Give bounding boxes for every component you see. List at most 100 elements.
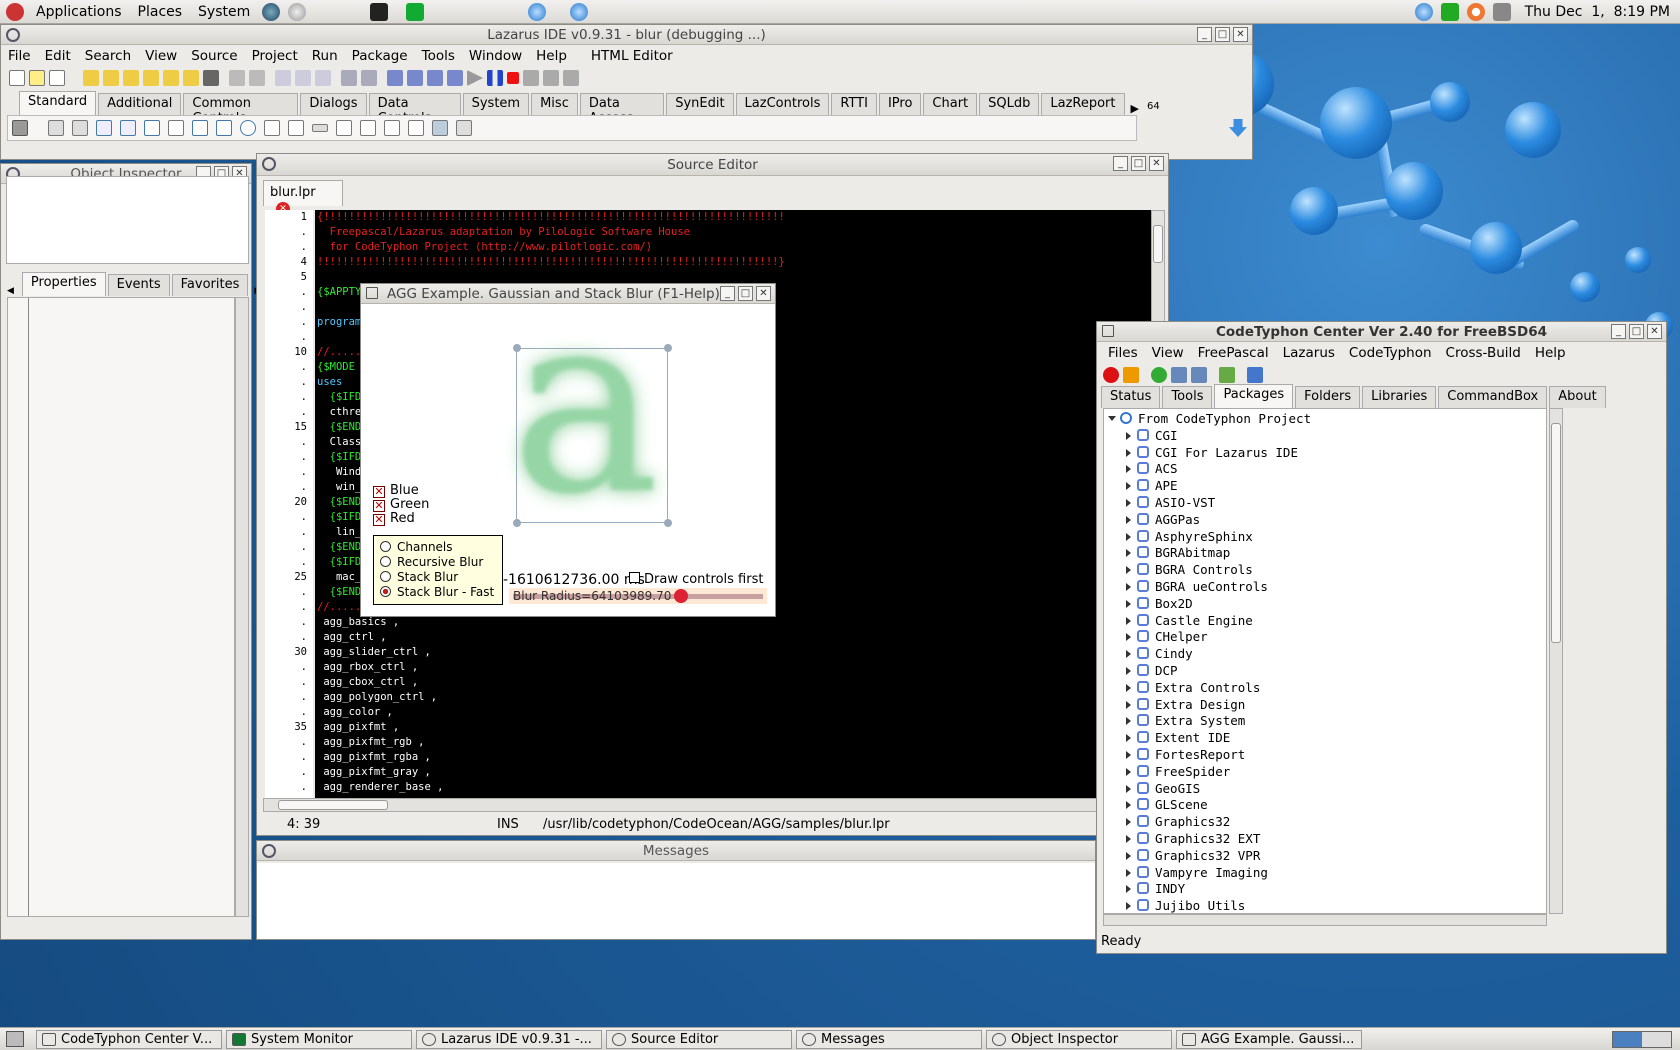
expand-arrow-icon[interactable]: [1126, 532, 1131, 541]
update-notifier-icon[interactable]: [1414, 2, 1433, 21]
blur-radius-slider[interactable]: Blur Radius=64103989.70: [509, 588, 767, 604]
panel-menu-system[interactable]: System: [190, 4, 258, 20]
terminal-icon[interactable]: [370, 2, 389, 21]
expand-arrow-icon[interactable]: [1126, 851, 1131, 860]
editor-horizontal-scrollbar[interactable]: [263, 798, 1151, 812]
palette-scroll-right-icon[interactable]: ▶: [1131, 102, 1139, 115]
palette-tab-ipro[interactable]: IPro: [878, 93, 922, 115]
center-menu-view[interactable]: View: [1145, 345, 1191, 361]
minimize-button[interactable]: _: [1113, 156, 1128, 171]
palette-tab-standard[interactable]: Standard: [19, 91, 97, 115]
lazarus-launcher-icon[interactable]: [570, 2, 589, 21]
letter-bounding-polygon[interactable]: [516, 348, 668, 523]
view-forms-icon[interactable]: [315, 70, 331, 86]
palette-tab-common-controls[interactable]: Common Controls: [183, 93, 299, 126]
menu-source[interactable]: Source: [184, 48, 244, 64]
center-menu-freepascal[interactable]: FreePascal: [1191, 345, 1276, 361]
expand-arrow-icon[interactable]: [1126, 700, 1131, 709]
view-units-icon[interactable]: [295, 70, 311, 86]
center-menu-codetyphon[interactable]: CodeTyphon: [1342, 345, 1439, 361]
tframe-icon[interactable]: [432, 120, 448, 136]
download-icon[interactable]: [1123, 367, 1139, 383]
maximize-button[interactable]: □: [738, 286, 753, 301]
expand-arrow-icon[interactable]: [1126, 633, 1131, 642]
palette-tab-chart[interactable]: Chart: [923, 93, 978, 115]
minimize-button[interactable]: _: [1197, 27, 1212, 42]
open-file-icon[interactable]: [103, 70, 119, 86]
debug-icon[interactable]: [427, 70, 443, 86]
find-icon[interactable]: [341, 70, 357, 86]
package-node[interactable]: BGRA ueControls: [1104, 579, 1546, 596]
tmainmenu-icon[interactable]: [48, 120, 64, 136]
packages-tree-scrollbar[interactable]: [1549, 408, 1563, 914]
center-tab-status[interactable]: Status: [1101, 386, 1161, 408]
panel-menu-places[interactable]: Places: [130, 4, 191, 20]
maximize-button[interactable]: □: [1629, 324, 1644, 339]
polygon-handle[interactable]: [664, 519, 672, 527]
package-node[interactable]: Vampyre Imaging: [1104, 865, 1546, 882]
taskbar-item-system-monitor[interactable]: System Monitor: [226, 1029, 412, 1049]
package-node[interactable]: BGRAbitmap: [1104, 545, 1546, 562]
taskbar-item-agg-example[interactable]: AGG Example. Gaussi...: [1176, 1029, 1362, 1049]
exit-icon[interactable]: [1219, 367, 1235, 383]
pause-icon[interactable]: [487, 70, 503, 86]
menu-view[interactable]: View: [138, 48, 184, 64]
volume-icon[interactable]: [1492, 2, 1511, 21]
center-tab-about[interactable]: About: [1549, 386, 1606, 408]
package-node[interactable]: ACS: [1104, 461, 1546, 478]
taskbar-item-lazarus-ide[interactable]: Lazarus IDE v0.9.31 -...: [416, 1029, 602, 1049]
package-node[interactable]: Extra Controls: [1104, 680, 1546, 697]
palette-tab-data-controls[interactable]: Data Controls: [368, 93, 461, 126]
tactionlist-icon[interactable]: [456, 120, 472, 136]
packages-tree-hscrollbar[interactable]: [1103, 914, 1547, 926]
workspace-switcher[interactable]: [1612, 1030, 1672, 1048]
save-dropdown-icon[interactable]: [203, 70, 219, 86]
palette-download-icon[interactable]: [1229, 119, 1247, 137]
taskbar-item-source-editor[interactable]: Source Editor: [606, 1029, 792, 1049]
compile-options-icon[interactable]: [361, 70, 377, 86]
expand-arrow-icon[interactable]: [1126, 448, 1131, 457]
tlistbox-icon[interactable]: [264, 120, 280, 136]
menu-run[interactable]: Run: [305, 48, 345, 64]
codetyphon-launcher-icon[interactable]: [528, 2, 547, 21]
clean-icon[interactable]: [1191, 367, 1207, 383]
package-node[interactable]: APE: [1104, 478, 1546, 495]
build-icon[interactable]: [387, 70, 403, 86]
expand-arrow-icon[interactable]: [1126, 717, 1131, 726]
refresh-icon[interactable]: [1151, 367, 1167, 383]
palette-tab-misc[interactable]: Misc: [531, 93, 578, 115]
package-node[interactable]: CGI For Lazarus IDE: [1104, 445, 1546, 462]
package-node[interactable]: AsphyreSphinx: [1104, 529, 1546, 546]
help-lifebuoy-icon[interactable]: [1466, 2, 1485, 21]
save-icon[interactable]: [229, 70, 245, 86]
center-tab-libraries[interactable]: Libraries: [1362, 386, 1437, 408]
tradiogroup-icon[interactable]: [360, 120, 376, 136]
center-titlebar[interactable]: CodeTyphon Center Ver 2.40 for FreeBSD64…: [1097, 322, 1666, 342]
ide-titlebar[interactable]: Lazarus IDE v0.9.31 - blur (debugging ..…: [1, 25, 1252, 45]
polygon-handle[interactable]: [664, 344, 672, 352]
package-node[interactable]: Graphics32 VPR: [1104, 848, 1546, 865]
menu-search[interactable]: Search: [78, 48, 138, 64]
menu-edit[interactable]: Edit: [38, 48, 78, 64]
package-node[interactable]: Extra System: [1104, 713, 1546, 730]
radio-stack-blur-fast[interactable]: Stack Blur - Fast: [380, 585, 502, 600]
expand-arrow-icon[interactable]: [1126, 431, 1131, 440]
reopen-icon[interactable]: [163, 70, 179, 86]
toggle-form-icon[interactable]: [275, 70, 291, 86]
panel-clock[interactable]: Thu Dec 1, 8:19 PM: [1515, 4, 1680, 20]
center-menu-help[interactable]: Help: [1528, 345, 1573, 361]
polygon-handle[interactable]: [513, 519, 521, 527]
open-project-icon[interactable]: [83, 70, 99, 86]
ttogglebox-icon[interactable]: [192, 120, 208, 136]
open-package-icon[interactable]: [143, 70, 159, 86]
tpopupmenu-icon[interactable]: [72, 120, 88, 136]
tcombobox-icon[interactable]: [288, 120, 304, 136]
package-node[interactable]: Box2D: [1104, 596, 1546, 613]
palette-tab-additional[interactable]: Additional: [98, 93, 182, 115]
taskbar-item-messages[interactable]: Messages: [796, 1029, 982, 1049]
center-menu-lazarus[interactable]: Lazarus: [1276, 345, 1342, 361]
gnome-foot-icon[interactable]: [6, 2, 24, 21]
tab-favorites[interactable]: Favorites: [171, 274, 249, 296]
menu-file[interactable]: File: [1, 48, 38, 64]
radio-stack-blur[interactable]: Stack Blur: [380, 570, 502, 585]
